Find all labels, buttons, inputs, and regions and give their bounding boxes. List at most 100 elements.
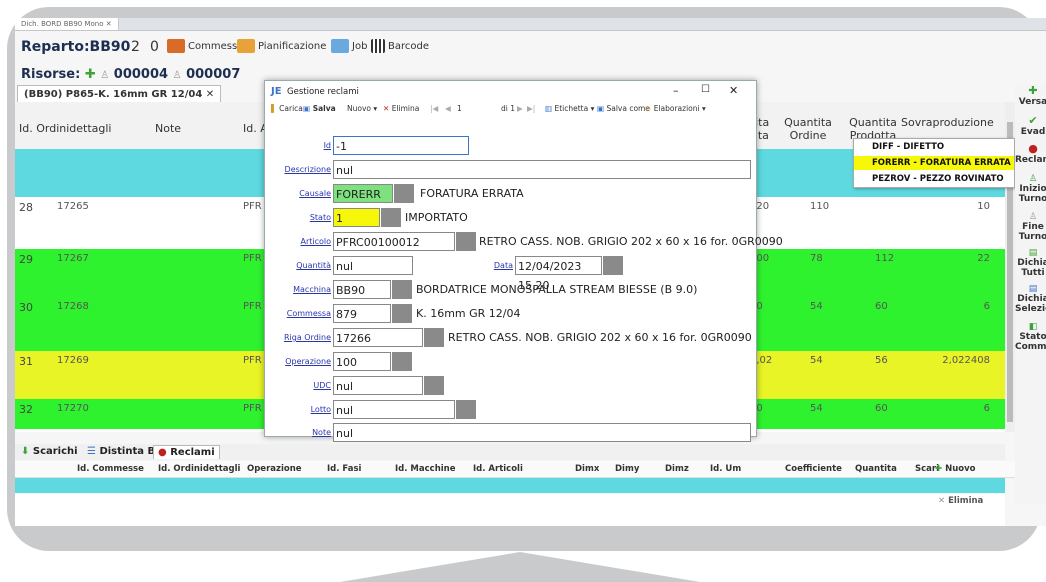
job-button[interactable]: Job: [331, 39, 367, 53]
nav-prev-icon[interactable]: ◀: [445, 104, 451, 113]
field-label: Operazione: [285, 357, 331, 366]
carica-button[interactable]: ▌ Carica: [271, 104, 303, 113]
elimina-label: Elimina: [391, 104, 420, 113]
page-input[interactable]: 1: [457, 104, 462, 113]
bottom-filter-row[interactable]: [15, 478, 1005, 493]
elimina-button[interactable]: ✕ Elimina: [938, 496, 983, 506]
reclami-icon: ●: [158, 447, 167, 458]
col-header[interactable]: Dimy: [615, 464, 639, 474]
col-header[interactable]: Id. Ordinidettagli: [158, 464, 240, 474]
nav-last-icon[interactable]: ▶|: [527, 104, 535, 113]
stato-commessa-button[interactable]: ◧Stato Comme: [1015, 322, 1046, 352]
elimina-button[interactable]: ✕ Elimina: [383, 104, 419, 113]
data-field[interactable]: 12/04/2023 15.20: [515, 256, 602, 292]
field-label: Id: [323, 141, 331, 150]
dropdown-option[interactable]: DIFF - DIFETTO: [854, 140, 1014, 154]
col-header[interactable]: Id. Articoli: [473, 464, 523, 474]
cell-quantita-ordine: 54: [810, 355, 823, 366]
riga-ordine-field[interactable]: 17266: [333, 328, 423, 347]
pianificazione-button[interactable]: Pianificazione: [237, 39, 326, 53]
inizio-turno-button[interactable]: ♙ Inizio Turno: [1015, 174, 1046, 204]
dichiara-tutti-button[interactable]: ▤ Dichia Tutti: [1015, 248, 1046, 278]
folder-icon: ▌: [271, 104, 277, 113]
close-icon[interactable]: ✕: [106, 20, 112, 28]
versa-button[interactable]: ✚ Versa: [1015, 84, 1046, 107]
udc-lookup-button[interactable]: [424, 376, 444, 395]
reclami-button[interactable]: ●Reclam: [1015, 142, 1046, 165]
col-header[interactable]: Id. Fasi: [327, 464, 361, 474]
elaborazioni-dropdown[interactable]: ✂ Elaborazioni ▾: [645, 104, 706, 113]
col-header[interactable]: Operazione: [247, 464, 302, 474]
causale-lookup-button[interactable]: [394, 184, 414, 203]
nav-first-icon[interactable]: |◀: [430, 104, 438, 113]
tools-icon: ✂: [645, 104, 652, 113]
col-header[interactable]: Id. Ordinidettagli: [19, 122, 112, 135]
nav-next-icon[interactable]: ▶: [517, 104, 523, 113]
lotto-field[interactable]: nul: [333, 400, 455, 419]
close-icon[interactable]: ✕: [206, 89, 214, 100]
dropdown-option[interactable]: PEZROV - PEZZO ROVINATO: [854, 172, 1014, 186]
col-header[interactable]: Id. Um: [710, 464, 741, 474]
commessa-label: Commessa: [188, 41, 244, 52]
col-header[interactable]: Coefficiente: [785, 464, 842, 474]
riga-ordine-description: RETRO CASS. NOB. GRIGIO 202 x 60 x 16 fo…: [448, 331, 752, 344]
note-field[interactable]: nul: [333, 423, 751, 442]
tab-scarichi-label: Scarichi: [32, 446, 78, 457]
reparto-label: Reparto:BB90: [21, 39, 131, 55]
row-number: 31: [19, 355, 33, 368]
evadi-button[interactable]: ✔ Evad: [1015, 114, 1046, 137]
calendar-button[interactable]: [603, 256, 623, 275]
nuovo-dropdown[interactable]: Nuovo ▾: [347, 104, 377, 113]
salva-button[interactable]: ▣ Salva: [303, 104, 336, 113]
col-header[interactable]: Note: [155, 122, 181, 135]
operazione-lookup-button[interactable]: [392, 352, 412, 371]
articolo-field[interactable]: PFRC00100012: [333, 232, 455, 251]
etichetta-label: Etichetta: [554, 104, 589, 113]
cell-sovraproduzione: 6: [983, 403, 990, 414]
risorsa-1[interactable]: 000004: [114, 67, 168, 82]
col-header[interactable]: Quantita: [855, 464, 897, 474]
commessa-lookup-button[interactable]: [392, 304, 412, 323]
stato-field[interactable]: 1: [333, 208, 380, 227]
document-tab[interactable]: Dich. BORD BB90 Mono ✕: [15, 18, 119, 30]
riga-ordine-lookup-button[interactable]: [424, 328, 444, 347]
fine-turno-button[interactable]: ♙ Fine Turno: [1015, 212, 1046, 242]
job-tab[interactable]: (BB90) P865-K. 16mm GR 12/04 ✕: [17, 85, 222, 103]
risorsa-2[interactable]: 000007: [186, 67, 240, 82]
tab-scarichi[interactable]: ⬇ Scarichi: [21, 446, 78, 457]
add-resource-icon[interactable]: ✚: [85, 67, 96, 82]
quantita-field[interactable]: nul: [333, 256, 413, 275]
macchina-lookup-button[interactable]: [392, 280, 412, 299]
cell-id-ordinidettagli: 17270: [57, 403, 89, 414]
maximize-button[interactable]: ☐: [701, 84, 710, 95]
minimize-button[interactable]: –: [673, 84, 679, 97]
col-header[interactable]: Quantita Ordine: [780, 116, 836, 142]
id-field[interactable]: -1: [333, 136, 469, 155]
tab-reclami[interactable]: ● Reclami: [153, 445, 220, 459]
dichiara-selezionati-label: Dichia Selezion: [1015, 294, 1046, 314]
nuovo-button[interactable]: ✚ Nuovo: [935, 464, 975, 474]
operazione-field[interactable]: 100: [333, 352, 391, 371]
col-header[interactable]: Dimz: [665, 464, 689, 474]
barcode-button[interactable]: Barcode: [371, 39, 429, 53]
commessa-field[interactable]: 879: [333, 304, 391, 323]
close-button[interactable]: ✕: [729, 84, 738, 97]
causale-dropdown[interactable]: DIFF - DIFETTO FORERR - FORATURA ERRATA …: [853, 138, 1015, 188]
causale-field[interactable]: FORERR: [333, 184, 393, 203]
col-header[interactable]: Dimx: [575, 464, 599, 474]
dropdown-option-selected[interactable]: FORERR - FORATURA ERRATA: [854, 156, 1014, 170]
stato-lookup-button[interactable]: [381, 208, 401, 227]
etichetta-dropdown[interactable]: ▥ Etichetta ▾: [545, 104, 594, 113]
dichiara-selezionati-button[interactable]: ▤Dichia Selezion: [1015, 284, 1046, 314]
col-header[interactable]: Id. Macchine: [395, 464, 456, 474]
commessa-button[interactable]: Commessa: [167, 39, 243, 53]
descrizione-field[interactable]: nul: [333, 160, 751, 179]
col-header[interactable]: Id. Commesse: [77, 464, 144, 474]
udc-field[interactable]: nul: [333, 376, 423, 395]
articolo-lookup-button[interactable]: [456, 232, 476, 251]
salva-come-button[interactable]: ▣ Salva come: [597, 104, 650, 113]
col-header[interactable]: Sovraproduzione: [901, 116, 994, 129]
plus-icon: ✚: [935, 464, 943, 474]
lotto-lookup-button[interactable]: [456, 400, 476, 419]
macchina-field[interactable]: BB90: [333, 280, 391, 299]
